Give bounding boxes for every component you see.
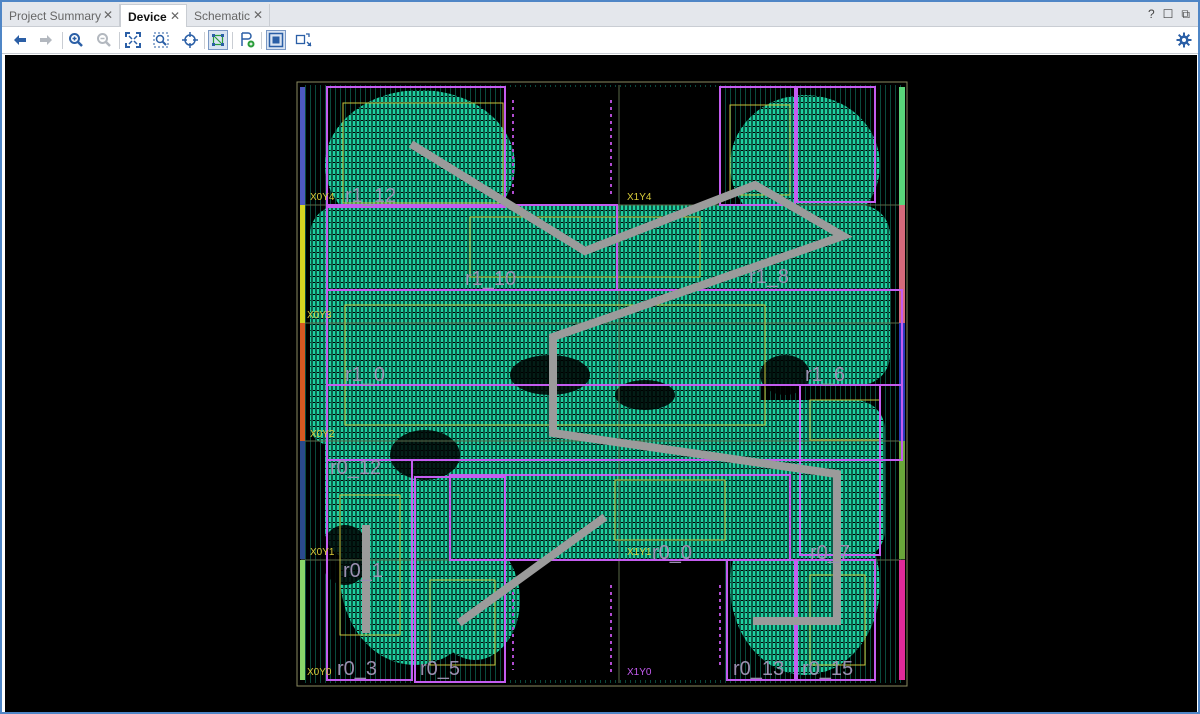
back-icon[interactable] [10, 30, 30, 50]
tab-device[interactable]: Device ✕ [120, 4, 187, 28]
toolbar-separator [204, 32, 205, 49]
popout-icon[interactable]: ⧉ [1181, 7, 1190, 22]
pblock-label: r0_13 [733, 658, 784, 680]
toolbar-separator [261, 32, 262, 49]
zoom-selection-icon[interactable] [151, 30, 171, 50]
pblock-label: r0_5 [420, 658, 460, 680]
pblock-label: r0_0 [652, 542, 692, 564]
empty-region [505, 87, 620, 207]
pblock-label: r0_1 [343, 560, 383, 582]
pblock-icon[interactable] [266, 30, 286, 50]
pblock-label: r1_12 [345, 185, 396, 207]
help-icon[interactable]: ? [1148, 7, 1155, 22]
clock-region-label: X0Y2 [310, 429, 335, 440]
toolbar-separator [119, 32, 120, 49]
clock-region-label: X0Y3 [307, 310, 332, 321]
clock-region-label: X1Y0 [627, 667, 652, 678]
pblock-label: r0_3 [337, 658, 377, 680]
close-icon[interactable]: ✕ [170, 9, 180, 23]
empty-region [620, 560, 725, 680]
pblock-label: r1_10 [465, 268, 516, 290]
tab-project-summary[interactable]: Project Summary ✕ [2, 4, 120, 27]
empty-region [620, 87, 720, 207]
clock-region-label: X0Y1 [310, 547, 335, 558]
autofit-icon[interactable] [180, 30, 200, 50]
tab-label: Project Summary [9, 8, 102, 23]
close-icon[interactable]: ✕ [253, 8, 263, 22]
window-buttons: ? ☐ ⧉ [1148, 7, 1190, 22]
toolbar-separator [62, 32, 63, 49]
restore-icon[interactable]: ☐ [1163, 7, 1174, 22]
pblock-label: r0_12 [330, 457, 381, 479]
clock-region-label: X1Y1 [627, 547, 652, 558]
settings-icon[interactable] [1174, 30, 1194, 50]
forward-icon[interactable] [36, 30, 56, 50]
pblock-label: r0_15 [802, 658, 853, 680]
clock-region-label: X1Y4 [627, 192, 652, 203]
pblock-label: r1_6 [805, 364, 845, 386]
tab-bar: Project Summary ✕ Device ✕ Schematic ✕ ?… [2, 2, 1198, 28]
device-canvas[interactable]: X0Y4 X1Y4 X0Y3 X0Y2 X0Y1 X1Y1 X0Y0 X1Y0 … [5, 55, 1197, 712]
tab-label: Schematic [194, 8, 251, 23]
close-icon[interactable]: ✕ [103, 8, 113, 22]
site-icon[interactable] [294, 30, 314, 50]
zoom-out-icon[interactable] [94, 30, 114, 50]
routing-resources-icon[interactable] [208, 30, 228, 50]
clock-region-label: X0Y0 [307, 667, 332, 678]
tab-label: Device [128, 9, 167, 24]
device-window: Project Summary ✕ Device ✕ Schematic ✕ ?… [0, 0, 1200, 714]
toolbar-separator [232, 32, 233, 49]
device-toolbar [2, 27, 1198, 54]
device-view[interactable]: X0Y4 X1Y4 X0Y3 X0Y2 X0Y1 X1Y1 X0Y0 X1Y0 … [5, 55, 1197, 712]
pblock-label: r1_0 [345, 364, 385, 386]
clock-region-label: X0Y4 [310, 192, 335, 203]
pblock-label: r1_8 [749, 266, 789, 288]
pblock-label: r0_7 [810, 542, 850, 564]
tab-schematic[interactable]: Schematic ✕ [187, 4, 270, 27]
zoom-fit-icon[interactable] [123, 30, 143, 50]
zoom-in-icon[interactable] [66, 30, 86, 50]
place-cell-icon[interactable] [237, 30, 257, 50]
